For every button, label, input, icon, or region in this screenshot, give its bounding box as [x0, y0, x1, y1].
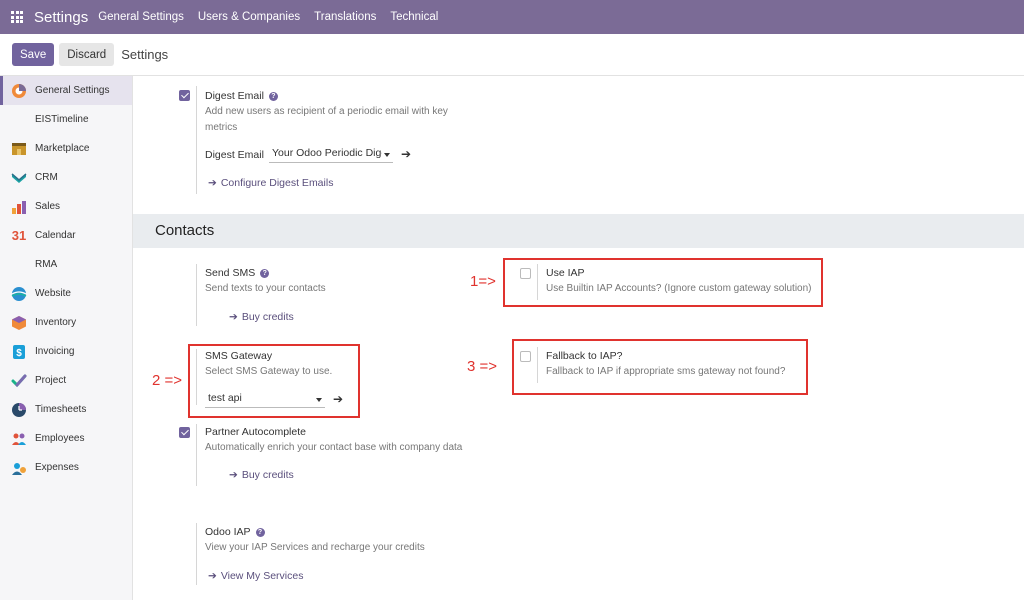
- help-icon[interactable]: ?: [255, 528, 265, 537]
- employees-icon: [11, 431, 27, 447]
- settings-icon: [11, 83, 27, 99]
- nav-technical[interactable]: Technical: [390, 11, 438, 23]
- digest-email-checkbox[interactable]: [179, 90, 190, 101]
- digest-email-description: Add new users as recipient of a periodic…: [205, 106, 448, 133]
- nav-users-companies[interactable]: Users & Companies: [198, 11, 300, 23]
- annotation-box-fallback-iap: [512, 339, 808, 395]
- sidebar-item-timesheets[interactable]: Timesheets: [0, 395, 132, 424]
- marketplace-icon: [11, 141, 27, 157]
- sidebar-item-employees[interactable]: Employees: [0, 424, 132, 453]
- nav-general-settings[interactable]: General Settings: [98, 11, 184, 23]
- settings-content: Digest Email? Add new users as recipient…: [133, 76, 1024, 600]
- help-icon[interactable]: ?: [268, 92, 278, 101]
- sidebar-item-sales[interactable]: Sales: [0, 192, 132, 221]
- sidebar-item-marketplace[interactable]: Marketplace: [0, 134, 132, 163]
- breadcrumb: Settings: [121, 47, 169, 62]
- annotation-box-use-iap: [503, 258, 823, 307]
- website-icon: [11, 286, 27, 302]
- open-digest-arrow-icon[interactable]: ➔: [401, 147, 411, 161]
- odoo-iap-divider: [196, 523, 197, 585]
- configure-digest-link[interactable]: ➔ Configure Digest Emails: [208, 177, 333, 189]
- help-icon[interactable]: ?: [260, 269, 270, 278]
- annotation-label-2: 2 =>: [152, 372, 183, 389]
- save-button[interactable]: Save: [12, 43, 55, 66]
- send-sms-divider: [196, 264, 197, 326]
- apps-menu-icon[interactable]: [0, 0, 34, 34]
- odoo-iap-title: Odoo IAP?: [205, 526, 265, 538]
- arrow-right-icon: ➔: [208, 570, 217, 582]
- top-navbar: Settings General Settings Users & Compan…: [0, 0, 1024, 34]
- control-panel: Save Discard Settings: [0, 34, 1024, 76]
- send-sms-title: Send SMS?: [205, 267, 270, 279]
- send-sms-description: Send texts to your contacts: [205, 283, 326, 294]
- calendar-icon: 31: [11, 228, 27, 243]
- digest-email-select[interactable]: Your Odoo Periodic Digest: [269, 147, 393, 163]
- annotation-label-1: 1=>: [470, 273, 496, 290]
- sidebar-item-general-settings[interactable]: General Settings: [0, 76, 132, 105]
- sidebar-item-invoicing[interactable]: $ Invoicing: [0, 337, 132, 366]
- annotation-box-sms-gateway: [188, 344, 360, 418]
- caret-down-icon: [384, 153, 390, 157]
- sidebar-item-calendar[interactable]: 31 Calendar: [0, 221, 132, 250]
- svg-text:$: $: [16, 348, 22, 359]
- contacts-section-header: Contacts: [133, 214, 1024, 248]
- digest-email-title: Digest Email?: [205, 90, 278, 102]
- crm-icon: [11, 170, 27, 186]
- sidebar-item-crm[interactable]: CRM: [0, 163, 132, 192]
- odoo-iap-description: View your IAP Services and recharge your…: [205, 542, 425, 553]
- partner-autocomplete-description: Automatically enrich your contact base w…: [205, 442, 463, 453]
- partner-autocomplete-buy-credits-link[interactable]: ➔ Buy credits: [229, 469, 294, 481]
- partner-autocomplete-divider: [196, 424, 197, 486]
- partner-autocomplete-checkbox[interactable]: [179, 427, 190, 438]
- timesheets-icon: [11, 402, 27, 418]
- project-icon: [11, 373, 27, 389]
- sidebar-item-inventory[interactable]: Inventory: [0, 308, 132, 337]
- arrow-right-icon: ➔: [229, 311, 238, 323]
- send-sms-buy-credits-link[interactable]: ➔ Buy credits: [229, 311, 294, 323]
- partner-autocomplete-title: Partner Autocomplete: [205, 426, 306, 438]
- sidebar-item-expenses[interactable]: Expenses: [0, 453, 132, 482]
- arrow-right-icon: ➔: [229, 469, 238, 481]
- view-my-services-link[interactable]: ➔ View My Services: [208, 570, 303, 582]
- inventory-icon: [11, 315, 27, 331]
- annotation-label-3: 3 =>: [467, 358, 498, 375]
- arrow-right-icon: ➔: [208, 177, 217, 189]
- sidebar-item-website[interactable]: Website: [0, 279, 132, 308]
- app-name[interactable]: Settings: [34, 9, 88, 26]
- digest-divider: [196, 86, 197, 194]
- discard-button[interactable]: Discard: [59, 43, 115, 66]
- contacts-section-title: Contacts: [155, 222, 215, 239]
- settings-sidebar: General Settings EISTimeline Marketplace…: [0, 76, 133, 600]
- expenses-icon: [11, 460, 27, 476]
- sales-icon: [11, 199, 27, 215]
- sidebar-item-project[interactable]: Project: [0, 366, 132, 395]
- invoicing-icon: $: [11, 344, 27, 360]
- sidebar-item-rma[interactable]: RMA: [0, 250, 132, 279]
- sidebar-item-eistimeline[interactable]: EISTimeline: [0, 105, 132, 134]
- digest-email-label: Digest Email: [205, 149, 264, 161]
- nav-translations[interactable]: Translations: [314, 11, 376, 23]
